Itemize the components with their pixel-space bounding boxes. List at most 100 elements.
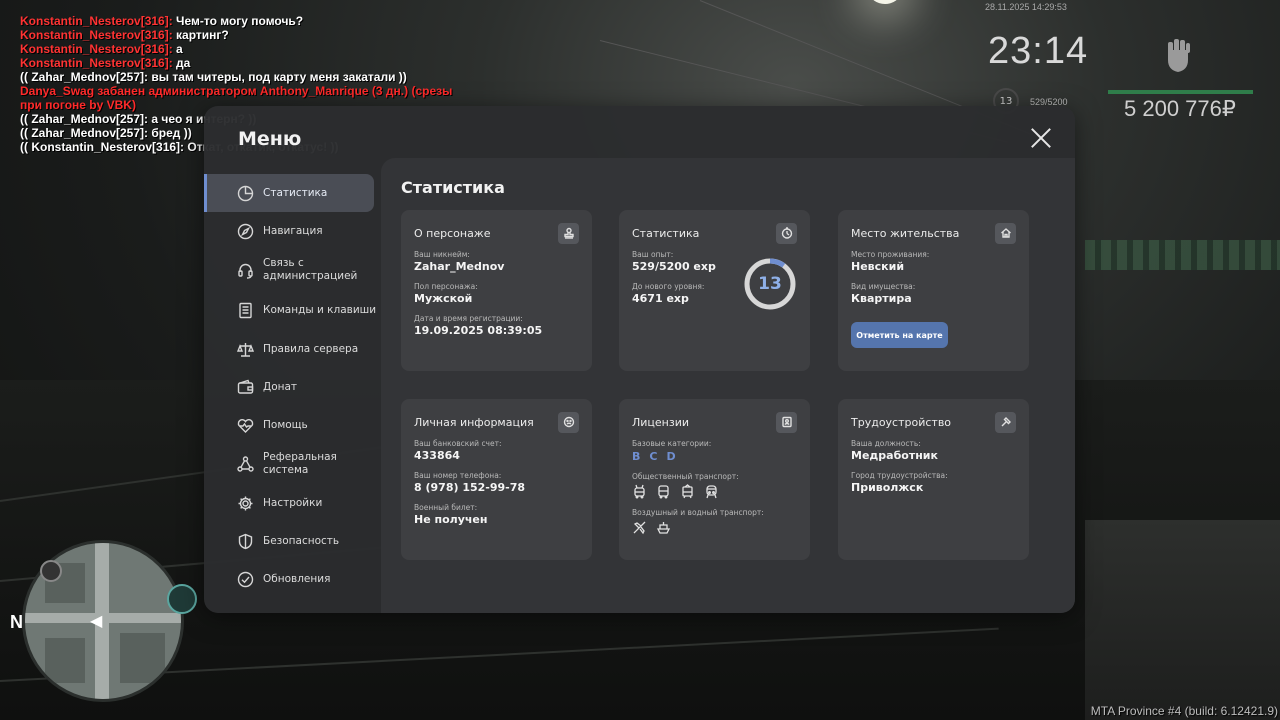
id-badge-icon[interactable] xyxy=(776,411,797,433)
sidebar-item-help[interactable]: Помощь xyxy=(204,406,382,444)
player-arrow-icon: ◀ xyxy=(90,611,103,630)
sidebar-item-label: Статистика xyxy=(263,186,328,199)
card-title: О персонаже xyxy=(414,226,491,240)
scales-icon xyxy=(236,341,255,358)
gender-label: Пол персонажа: xyxy=(414,282,478,291)
stats-card: Статистика Ваш опыт: 529/5200 exp До нов… xyxy=(619,210,810,371)
basic-categories: BCD xyxy=(632,450,797,463)
menu-sidebar: Статистика Навигация Связь с администрацие… xyxy=(204,174,382,598)
chat-message: а xyxy=(172,42,183,56)
job-position-label: Ваша должность: xyxy=(851,439,921,448)
sidebar-item-commands[interactable]: Команды и клавиши xyxy=(204,290,382,330)
mark-on-map-button[interactable]: Отметить на карте xyxy=(851,322,948,348)
sidebar-item-label: Помощь xyxy=(263,418,308,431)
sidebar-item-donate[interactable]: Донат xyxy=(204,368,382,406)
trolleybus-icon xyxy=(634,484,645,499)
menu-title: Меню xyxy=(238,128,302,150)
stopwatch-icon[interactable] xyxy=(776,222,797,244)
sidebar-item-label: Безопасность xyxy=(263,534,340,547)
chat-author: Konstantin_Nesterov[316]: xyxy=(20,28,173,42)
north-indicator-icon: N xyxy=(10,612,23,632)
stamp-icon[interactable] xyxy=(558,222,579,244)
bank-account-label: Ваш банковский счет: xyxy=(414,439,502,448)
street-lamp xyxy=(870,0,900,4)
wallet-icon xyxy=(237,379,254,396)
hud-clock: 23:14 xyxy=(988,30,1089,72)
sidebar-item-label: Команды и клавиши xyxy=(263,303,377,316)
network-icon xyxy=(237,455,254,473)
heart-pulse-icon xyxy=(237,417,254,434)
sidebar-item-label: Обновления xyxy=(263,572,331,585)
chat-author: Konstantin_Nesterov[316]: xyxy=(20,42,173,56)
property-type-label: Вид имущества: xyxy=(851,282,916,291)
license-category: C xyxy=(649,450,658,463)
shield-icon xyxy=(237,533,254,550)
job-city-value: Приволжск xyxy=(851,481,924,494)
license-category: D xyxy=(666,450,676,463)
boat-icon xyxy=(656,522,671,534)
residence-place-label: Место проживания: xyxy=(851,250,930,259)
chat-message: (( Zahar_Mednov[257]: вы там читеры, под… xyxy=(20,70,407,84)
statistics-panel: Статистика О персонаже Ваш никнейм: Zaha… xyxy=(381,158,1075,613)
sidebar-item-label: Донат xyxy=(263,380,298,393)
air-water-transport-label: Воздушный и водный транспорт: xyxy=(632,508,764,517)
chat-line: Konstantin_Nesterov[316]: картинг? xyxy=(20,28,470,42)
gear-icon xyxy=(237,495,254,512)
licenses-card: Лицензии Базовые категории: BCD Обществе… xyxy=(619,399,810,560)
phone-value: 8 (978) 152-99-78 xyxy=(414,481,526,494)
sidebar-item-updates[interactable]: Обновления xyxy=(204,560,382,598)
background-train xyxy=(1085,240,1280,270)
gender-value: Мужской xyxy=(414,292,473,305)
sidebar-item-admin[interactable]: Связь с администрацией xyxy=(204,250,382,290)
sidebar-item-label: Реферальная система xyxy=(263,451,337,476)
sidebar-item-label: Правила сервера xyxy=(263,342,359,355)
job-position-value: Медработник xyxy=(851,449,938,462)
residence-card: Место жительства Место проживания: Невск… xyxy=(838,210,1029,371)
character-card: О персонаже Ваш никнейм: Zahar_Mednov По… xyxy=(401,210,592,371)
chat-message: картинг? xyxy=(172,28,229,42)
air-water-transport-icons xyxy=(632,520,797,535)
face-icon[interactable] xyxy=(558,411,579,433)
fist-icon xyxy=(1168,39,1190,72)
registration-label: Дата и время регистрации: xyxy=(414,314,523,323)
sidebar-item-security[interactable]: Безопасность xyxy=(204,522,382,560)
sidebar-item-settings[interactable]: Настройки xyxy=(204,484,382,522)
chat-author: Konstantin_Nesterov[316]: xyxy=(20,56,173,70)
card-title: Лицензии xyxy=(632,415,690,429)
sidebar-item-label: Связь с администрацией xyxy=(263,257,358,282)
sidebar-item-label: Настройки xyxy=(263,496,323,509)
nickname-value: Zahar_Mednov xyxy=(414,260,505,273)
version-text: MTA Province #4 (build: 6.12421.9) xyxy=(1090,704,1278,718)
chat-line: (( Zahar_Mednov[257]: вы там читеры, под… xyxy=(20,70,470,84)
bus-icon xyxy=(658,485,669,499)
card-title: Место жительства xyxy=(851,226,960,240)
chat-message: да xyxy=(172,56,191,70)
hud-money: 5 200 776₽ xyxy=(1124,96,1236,121)
hammer-icon[interactable] xyxy=(995,411,1016,433)
hud-health-bar xyxy=(1108,90,1253,94)
basic-categories-label: Базовые категории: xyxy=(632,439,712,448)
minimap-block xyxy=(45,638,85,683)
personal-info-card: Личная информация Ваш банковский счет: 4… xyxy=(401,399,592,560)
plane-icon xyxy=(633,521,646,535)
residence-place-value: Невский xyxy=(851,260,905,273)
chat-message: Чем-то могу помочь? xyxy=(172,14,304,28)
map-marker-icon xyxy=(167,584,197,614)
sidebar-item-referral[interactable]: Реферальная система xyxy=(204,444,382,484)
sidebar-item-stats[interactable]: Статистика xyxy=(204,174,374,212)
chat-line: Konstantin_Nesterov[316]: Чем-то могу по… xyxy=(20,14,470,28)
chat-author: Konstantin_Nesterov[316]: xyxy=(20,14,173,28)
fuel-station-icon xyxy=(40,560,62,582)
close-icon[interactable] xyxy=(1029,126,1053,150)
chat-line: Konstantin_Nesterov[316]: да xyxy=(20,56,470,70)
nickname-label: Ваш никнейм: xyxy=(414,250,470,259)
sidebar-item-rules[interactable]: Правила сервера xyxy=(204,330,382,368)
military-id-label: Военный билет: xyxy=(414,503,478,512)
house-icon[interactable] xyxy=(995,222,1016,244)
job-city-label: Город трудоустройства: xyxy=(851,471,948,480)
sidebar-item-label: Навигация xyxy=(263,224,323,237)
train-icon xyxy=(706,485,717,499)
sidebar-item-nav[interactable]: Навигация xyxy=(204,212,382,250)
document-list-icon xyxy=(237,302,254,319)
phone-label: Ваш номер телефона: xyxy=(414,471,502,480)
